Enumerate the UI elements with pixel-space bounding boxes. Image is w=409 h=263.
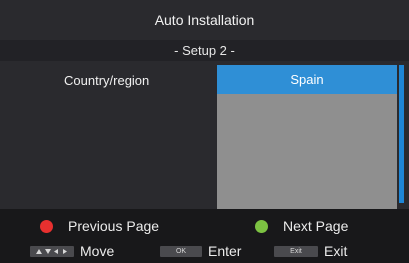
content-area: Country/region Spain <box>0 61 409 209</box>
previous-page-label: Previous Page <box>68 218 160 234</box>
move-label: Move <box>80 243 115 259</box>
country-region-label: Country/region <box>64 73 150 88</box>
enter-hint: OK Enter <box>160 243 241 259</box>
next-page-hint[interactable]: Next Page <box>255 218 348 234</box>
page-subtitle: - Setup 2 - <box>174 43 235 58</box>
red-dot-icon <box>40 219 53 233</box>
auto-installation-screen: Auto Installation - Setup 2 - Country/re… <box>0 0 409 263</box>
exit-label: Exit <box>324 243 348 259</box>
list-scrollbar[interactable] <box>399 65 404 203</box>
exit-key-icon: Exit <box>274 245 318 257</box>
scrollbar-thumb[interactable] <box>399 65 404 203</box>
page-title: Auto Installation <box>154 12 255 28</box>
country-list[interactable]: Spain <box>217 65 397 209</box>
next-page-label: Next Page <box>283 218 349 234</box>
green-dot-icon <box>255 219 268 233</box>
exit-hint: Exit Exit <box>274 243 347 259</box>
title-bar: Auto Installation <box>0 0 409 40</box>
country-list-item-selected[interactable]: Spain <box>217 65 397 94</box>
move-hint: Move <box>30 243 114 259</box>
footer-hints: Previous Page Next Page Move OK Enter Ex… <box>0 209 409 263</box>
ok-key-icon: OK <box>160 245 202 257</box>
country-list-item-label: Spain <box>290 72 324 87</box>
subtitle-bar: - Setup 2 - <box>0 40 409 61</box>
enter-label: Enter <box>208 243 242 259</box>
arrow-keys-icon <box>30 245 74 257</box>
previous-page-hint[interactable]: Previous Page <box>40 218 159 234</box>
